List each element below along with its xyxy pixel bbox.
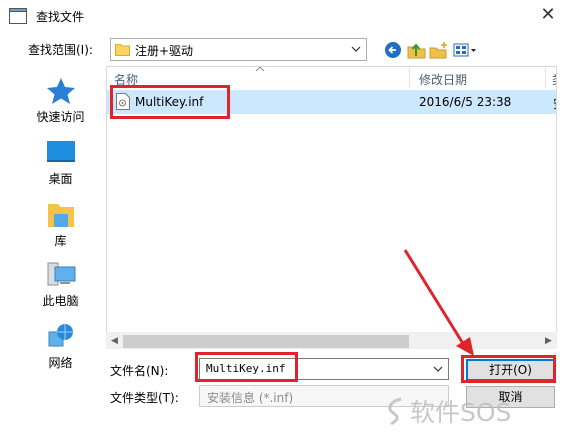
column-header-type[interactable]: 类 — [545, 67, 556, 88]
watermark-logo-icon — [388, 397, 402, 426]
window-title: 查找文件 — [36, 10, 85, 24]
place-library[interactable]: 库 — [21, 196, 100, 252]
place-label: 桌面 — [48, 172, 73, 186]
place-label: 网络 — [48, 356, 73, 370]
look-in-value: 注册+驱动 — [135, 44, 194, 58]
column-header-label: 修改日期 — [419, 73, 468, 87]
highlight-box-open — [461, 355, 556, 383]
chevron-down-icon — [351, 46, 361, 52]
highlight-box-file — [110, 85, 230, 119]
file-date: 2016/6/5 23:38 — [419, 95, 512, 109]
column-header-label: 类 — [552, 73, 556, 87]
star-icon — [47, 78, 75, 104]
places-bar: 快速访问 桌面 库 此电脑 网络 — [20, 65, 99, 376]
file-type-label: 文件类型(T): — [110, 391, 179, 405]
watermark: 软件SOS — [383, 392, 568, 432]
watermark-text: 软件SOS — [410, 398, 512, 427]
place-quick-access[interactable]: 快速访问 — [21, 72, 100, 128]
close-button[interactable]: ✕ — [534, 4, 562, 28]
app-icon — [9, 8, 27, 24]
highlight-box-filename — [195, 352, 298, 382]
desktop-icon — [47, 141, 75, 162]
new-folder-icon[interactable] — [428, 40, 450, 60]
computer-icon — [47, 262, 76, 286]
place-label: 快速访问 — [36, 110, 85, 124]
place-desktop[interactable]: 桌面 — [21, 134, 100, 190]
scroll-left-icon[interactable]: ◀ — [106, 333, 123, 350]
place-network[interactable]: 网络 — [21, 318, 100, 374]
view-menu-icon[interactable] — [452, 40, 478, 60]
column-header-date[interactable]: 修改日期 — [409, 67, 545, 88]
title-bar: 查找文件 ✕ — [0, 0, 571, 32]
chevron-down-icon[interactable] — [431, 361, 445, 377]
up-folder-icon[interactable] — [406, 40, 428, 60]
scroll-right-icon[interactable]: ▶ — [540, 333, 557, 350]
library-icon — [48, 204, 74, 227]
place-label: 库 — [54, 234, 67, 248]
place-this-pc[interactable]: 此电脑 — [21, 256, 100, 312]
look-in-label: 查找范围(I): — [28, 43, 93, 57]
folder-icon — [115, 44, 130, 56]
file-type: 安 — [553, 95, 556, 112]
network-icon — [48, 324, 73, 347]
horizontal-scrollbar[interactable]: ◀ ▶ — [106, 332, 557, 349]
look-in-dropdown[interactable]: 注册+驱动 — [110, 38, 367, 61]
place-label: 此电脑 — [42, 294, 79, 308]
back-icon[interactable] — [383, 40, 405, 60]
file-name-label: 文件名(N): — [110, 364, 169, 378]
file-type-value: 安装信息 (*.inf) — [207, 391, 294, 405]
close-icon: ✕ — [540, 4, 556, 25]
scroll-thumb[interactable] — [123, 335, 409, 348]
